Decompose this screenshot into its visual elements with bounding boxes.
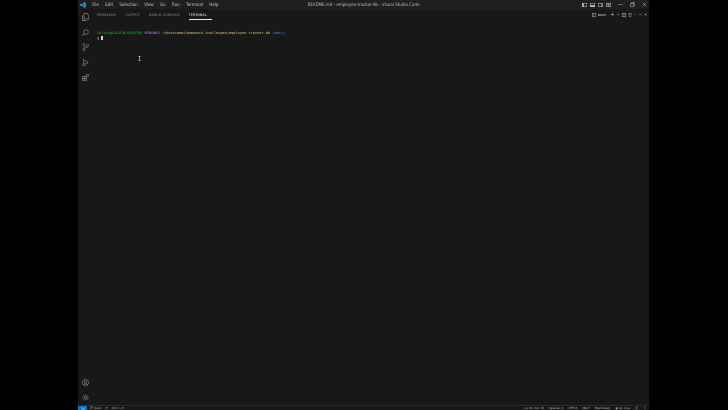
- terminal-env: MINGW64: [144, 31, 160, 35]
- accounts-icon[interactable]: [80, 377, 90, 387]
- branch-indicator[interactable]: main: [90, 406, 101, 410]
- indentation[interactable]: Spaces: 4: [549, 406, 564, 410]
- vscode-window: File Edit Selection View Go Run Terminal…: [78, 0, 649, 410]
- terminal-icon: [592, 12, 597, 17]
- mouse-ibeam-cursor-icon: [138, 56, 141, 61]
- tab-output[interactable]: OUTPUT: [125, 12, 144, 20]
- vscode-logo-icon: [80, 1, 86, 8]
- menu-file[interactable]: File: [89, 0, 102, 9]
- split-terminal-icon[interactable]: [621, 12, 626, 17]
- menu-terminal[interactable]: Terminal: [183, 0, 206, 9]
- menu-view[interactable]: View: [141, 0, 157, 9]
- toggle-secondary-sidebar-icon[interactable]: [598, 2, 603, 7]
- activity-bar: [78, 9, 92, 406]
- terminal-panel: PROBLEMS OUTPUT DEBUG CONSOLE TERMINAL b…: [92, 9, 649, 406]
- status-right: Ln 21, Col 16 Spaces: 4 UTF-8 CRLF Markd…: [524, 406, 646, 410]
- branch-icon: [90, 406, 93, 409]
- extensions-icon[interactable]: [80, 72, 90, 82]
- sync-icon[interactable]: ⟳: [105, 406, 108, 410]
- terminal-name: bash: [597, 12, 607, 17]
- launch-profile-chevron-down-icon[interactable]: [616, 12, 620, 17]
- terminal-branch: (main): [272, 31, 286, 35]
- toggle-primary-sidebar-icon[interactable]: [582, 2, 587, 7]
- broadcast-icon: ◉: [615, 406, 618, 410]
- manage-gear-icon[interactable]: [80, 392, 90, 402]
- status-bar: main ⟳ ⊗ 0 ⚠ 0 Ln 21, Col 16 Spaces: 4 U…: [78, 405, 649, 410]
- menu-help[interactable]: Help: [206, 0, 222, 9]
- search-icon[interactable]: [80, 27, 90, 37]
- menu-bar: File Edit Selection View Go Run Terminal…: [89, 0, 222, 9]
- panel-tabs: PROBLEMS OUTPUT DEBUG CONSOLE TERMINAL: [97, 12, 216, 20]
- menu-run[interactable]: Run: [169, 0, 183, 9]
- prompt-symbol: $: [97, 36, 100, 41]
- language-mode[interactable]: Markdown: [595, 406, 611, 410]
- menu-edit[interactable]: Edit: [102, 0, 116, 9]
- run-and-debug-icon[interactable]: [80, 57, 90, 67]
- input-line: $: [97, 36, 645, 42]
- encoding[interactable]: UTF-8: [568, 406, 577, 410]
- title-bar: File Edit Selection View Go Run Terminal…: [78, 0, 649, 9]
- notifications-bell-icon[interactable]: ♫: [643, 406, 646, 410]
- restore-icon[interactable]: [630, 2, 635, 7]
- minimize-icon[interactable]: [618, 2, 623, 7]
- branch-name: main: [93, 406, 102, 410]
- menu-go[interactable]: Go: [157, 0, 169, 9]
- kill-terminal-trash-icon[interactable]: [627, 12, 632, 17]
- remote-indicator-icon[interactable]: [78, 406, 87, 410]
- tab-debug-console[interactable]: DEBUG CONSOLE: [149, 12, 185, 20]
- go-live-button[interactable]: ◉ Go Live: [615, 406, 630, 410]
- menu-selection[interactable]: Selection: [116, 0, 141, 9]
- window-controls: [582, 0, 647, 9]
- cursor-position[interactable]: Ln 21, Col 16: [524, 406, 544, 410]
- end-of-line[interactable]: CRLF: [582, 406, 590, 410]
- panel-actions: bash + ···: [592, 12, 647, 18]
- close-panel-icon[interactable]: [644, 12, 647, 17]
- tab-terminal[interactable]: TERMINAL: [188, 12, 212, 20]
- more-actions-button[interactable]: ···: [634, 12, 637, 17]
- customize-layout-icon[interactable]: [606, 2, 611, 7]
- terminal-cursor: [100, 36, 103, 41]
- account-feedback-icon[interactable]: ☺: [635, 406, 638, 410]
- tab-problems[interactable]: PROBLEMS: [97, 12, 121, 20]
- terminal-output[interactable]: Calvin@CALVIN-DESKTOP MINGW64 ~/bootcamp…: [97, 31, 645, 406]
- source-control-icon[interactable]: [80, 42, 90, 52]
- close-window-icon[interactable]: [642, 2, 647, 7]
- terminal-path: ~/bootcamp/homework-challenges/employee-…: [161, 31, 271, 35]
- maximize-panel-chevron-up-icon[interactable]: [639, 12, 642, 17]
- terminal-user: Calvin@CALVIN-DESKTOP: [97, 31, 143, 35]
- toggle-panel-icon[interactable]: [590, 2, 595, 7]
- problems-indicator[interactable]: ⊗ 0 ⚠ 0: [112, 406, 124, 410]
- go-live-label: Go Live: [618, 406, 631, 410]
- terminal-selector[interactable]: bash: [592, 12, 606, 17]
- status-left: main ⟳ ⊗ 0 ⚠ 0: [90, 406, 124, 410]
- new-terminal-button[interactable]: +: [610, 12, 614, 18]
- explorer-icon[interactable]: [80, 12, 90, 22]
